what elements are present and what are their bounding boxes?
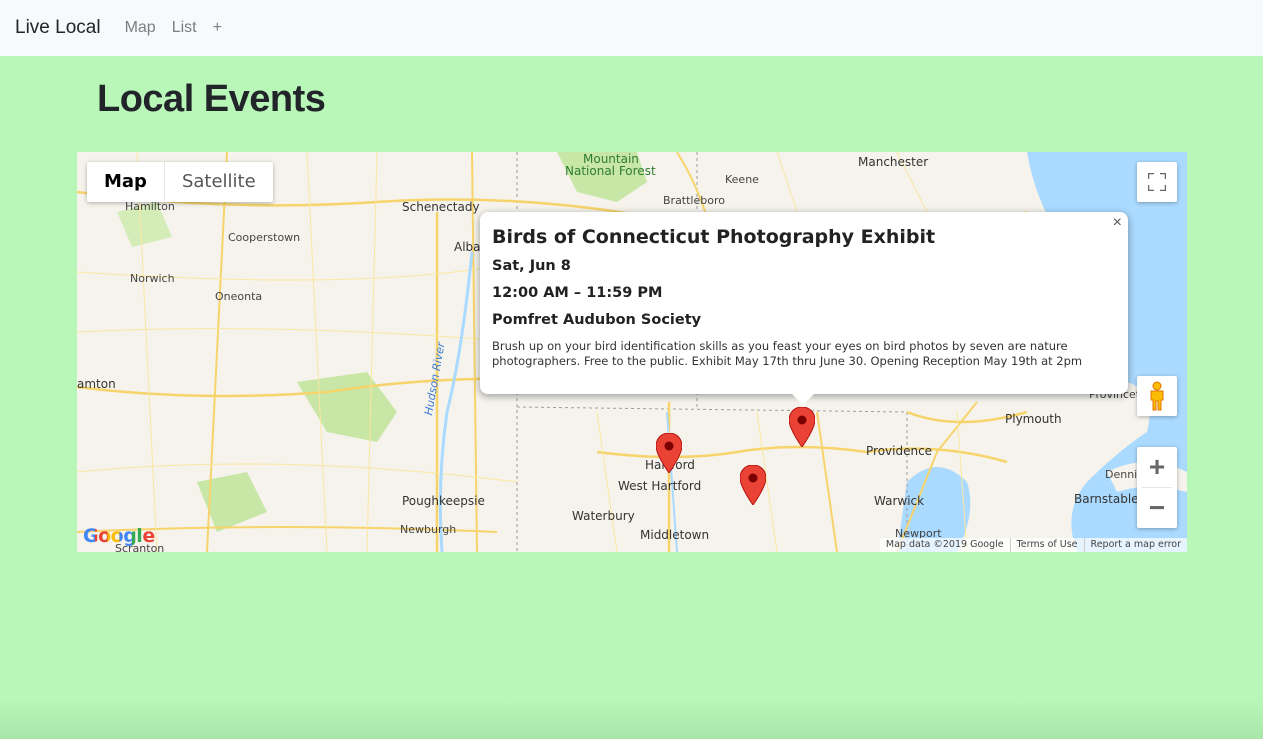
map-label: Plymouth <box>1005 412 1062 426</box>
events-map[interactable]: Mountain National Forest Manchester Keen… <box>77 152 1187 552</box>
map-attribution: Map data ©2019 Google Terms of Use Repor… <box>879 538 1187 552</box>
zoom-control: + − <box>1137 447 1177 528</box>
map-type-map-button[interactable]: Map <box>87 162 164 202</box>
nav-link-add[interactable]: + <box>213 19 222 37</box>
event-marker-selected[interactable] <box>789 407 815 447</box>
event-title: Birds of Connecticut Photography Exhibit <box>492 226 936 248</box>
map-label: National Forest <box>565 164 656 178</box>
map-label: Waterbury <box>572 509 635 523</box>
map-label: Middletown <box>640 528 710 542</box>
fullscreen-icon <box>1148 173 1166 191</box>
map-type-control: Map Satellite <box>87 162 273 202</box>
map-label: amton <box>77 377 116 391</box>
map-label: Providence <box>866 444 933 458</box>
map-label: Oneonta <box>215 290 263 303</box>
fullscreen-button[interactable] <box>1137 162 1177 202</box>
map-label: West Hartford <box>618 479 702 493</box>
map-data-credit: Map data ©2019 Google <box>885 539 1004 550</box>
terms-of-use-link[interactable]: Terms of Use <box>1009 538 1084 552</box>
page-title: Local Events <box>97 78 326 120</box>
event-date: Sat, Jun 8 <box>492 258 571 274</box>
map-label: Barnstable <box>1074 492 1139 506</box>
event-marker[interactable] <box>656 433 682 473</box>
nav-link-map[interactable]: Map <box>125 19 156 37</box>
google-logo[interactable]: Google <box>83 525 155 547</box>
event-description: Brush up on your bird identification ski… <box>492 339 1083 368</box>
event-info-window: × Birds of Connecticut Photography Exhib… <box>480 212 1128 394</box>
map-label: Alba <box>454 240 481 254</box>
zoom-out-button[interactable]: − <box>1137 488 1177 528</box>
map-label: Poughkeepsie <box>402 494 485 508</box>
nav-link-list[interactable]: List <box>172 19 197 37</box>
street-view-button[interactable] <box>1137 376 1177 416</box>
pegman-icon <box>1150 381 1164 411</box>
event-organizer: Pomfret Audubon Society <box>492 312 702 328</box>
info-window-tail <box>791 393 815 405</box>
event-time: 12:00 AM – 11:59 PM <box>492 285 663 301</box>
map-label: Cooperstown <box>228 231 301 244</box>
map-label: Brattleboro <box>663 194 725 207</box>
map-label: Norwich <box>130 272 175 285</box>
map-type-satellite-button[interactable]: Satellite <box>163 162 273 202</box>
map-label: Keene <box>725 173 759 186</box>
close-icon[interactable]: × <box>1113 214 1122 232</box>
event-marker[interactable] <box>740 465 766 505</box>
map-label: Manchester <box>858 155 929 169</box>
google-logo-text: Google <box>83 525 155 547</box>
map-label: Newburgh <box>400 523 457 536</box>
navbar: Live Local Map List + <box>0 0 1263 56</box>
bottom-shade <box>0 700 1263 739</box>
brand-link[interactable]: Live Local <box>15 17 101 39</box>
zoom-in-button[interactable]: + <box>1137 447 1177 487</box>
map-label: Warwick <box>874 494 925 508</box>
report-map-error-link[interactable]: Report a map error <box>1083 538 1187 552</box>
map-label: Schenectady <box>402 200 480 214</box>
